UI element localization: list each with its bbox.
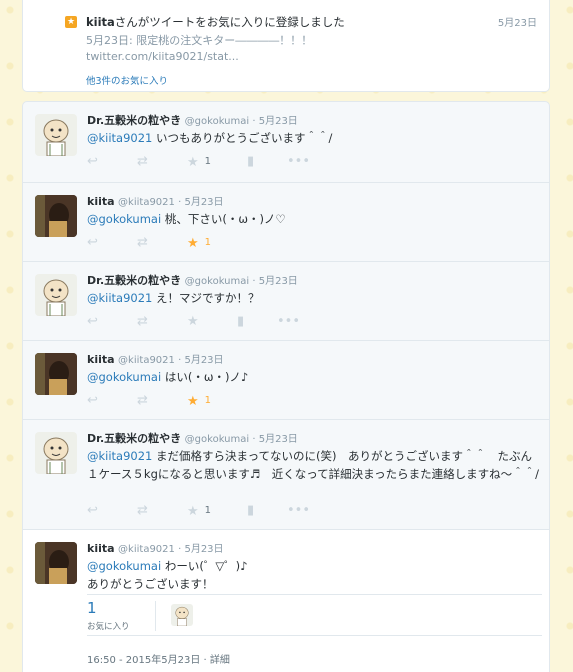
author-name[interactable]: kiita	[87, 353, 115, 366]
tweet-date[interactable]: 5月23日	[259, 434, 298, 445]
favorite-notification[interactable]: ★ kiitaさんがツイートをお気に入りに登録しました 5月23日 5月23日:…	[22, 0, 550, 92]
more-icon[interactable]: •••	[287, 154, 310, 170]
author-handle[interactable]: @kiita9021	[118, 544, 175, 555]
retweet-icon[interactable]: ⇄	[137, 154, 148, 170]
reply-icon[interactable]: ↩	[87, 393, 98, 409]
avatar[interactable]	[35, 542, 77, 584]
favorite-icon[interactable]: ★ 1	[187, 235, 211, 251]
analytics-icon[interactable]: ▮	[247, 154, 254, 170]
more-icon[interactable]: •••	[277, 314, 300, 330]
tweet-item[interactable]: Dr.五穀米の粒やき @gokokumai · 5月23日 @kiita9021…	[23, 420, 549, 530]
tweet-item[interactable]: Dr.五穀米の粒やき @gokokumai · 5月23日 @kiita9021…	[23, 262, 549, 341]
more-favorites-link[interactable]: 他3件のお気に入り	[86, 73, 168, 87]
retweet-icon[interactable]: ⇄	[137, 235, 148, 251]
mention-link[interactable]: @gokokumai	[87, 559, 161, 573]
author-handle[interactable]: @gokokumai	[185, 276, 250, 287]
author-name[interactable]: Dr.五穀米の粒やき	[87, 432, 181, 445]
author-name[interactable]: kiita	[87, 542, 115, 555]
tweet-item[interactable]: kiita @kiita9021 · 5月23日 @gokokumai はい(・…	[23, 341, 549, 420]
reply-icon[interactable]: ↩	[87, 314, 98, 330]
reply-icon[interactable]: ↩	[87, 235, 98, 251]
notif-message: さんがツイートをお気に入りに登録しました	[114, 15, 345, 29]
mention-link[interactable]: @gokokumai	[87, 370, 161, 384]
reply-icon[interactable]: ↩	[87, 154, 98, 170]
notif-quote-link[interactable]: twitter.com/kiita9021/stat...	[86, 49, 312, 65]
conversation-thread: Dr.五穀米の粒やき @gokokumai · 5月23日 @kiita9021…	[22, 101, 550, 672]
tweet-timestamp[interactable]: 16:50 - 2015年5月23日 · 詳細	[87, 651, 230, 666]
tweet-actions: ↩ ⇄ ★ 1 ▮ •••	[87, 154, 347, 170]
notif-quote-line1: 5月23日: 限定桃の注文キター――――！！！	[86, 34, 313, 47]
timeline-column: ★ kiitaさんがツイートをお気に入りに登録しました 5月23日 5月23日:…	[22, 0, 550, 672]
more-icon[interactable]: •••	[287, 503, 310, 519]
favoriter-avatar[interactable]	[171, 604, 193, 626]
mention-link[interactable]: @kiita9021	[87, 291, 152, 305]
notif-date[interactable]: 5月23日	[498, 14, 537, 29]
mention-link[interactable]: @kiita9021	[87, 131, 152, 145]
tweet-item[interactable]: kiita @kiita9021 · 5月23日 @gokokumai 桃、下さ…	[23, 183, 549, 262]
author-name[interactable]: Dr.五穀米の粒やき	[87, 114, 181, 127]
favorite-count: 1	[204, 505, 212, 516]
favorite-label: お気に入り	[87, 622, 130, 632]
tweet-actions: ↩ ⇄ ★ 1	[87, 393, 347, 409]
favorite-count: 1	[204, 237, 212, 248]
tweet-text: @gokokumai わーい(゜▽゜)♪ ありがとうございます！	[87, 559, 248, 591]
author-name[interactable]: kiita	[87, 195, 115, 208]
reply-icon[interactable]: ↩	[87, 503, 98, 519]
star-icon: ★	[65, 16, 77, 28]
notif-user[interactable]: kiita	[86, 15, 115, 29]
tweet-date[interactable]: 5月23日	[184, 355, 223, 366]
author-name[interactable]: Dr.五穀米の粒やき	[87, 274, 181, 287]
avatar[interactable]	[35, 114, 77, 156]
author-handle[interactable]: @gokokumai	[185, 116, 250, 127]
favorite-total[interactable]: 1	[87, 599, 97, 617]
tweet-date[interactable]: 5月23日	[184, 544, 223, 555]
tweet-actions: ↩ ⇄ ★ 1 ▮ •••	[87, 503, 347, 519]
avatar[interactable]	[35, 274, 77, 316]
tweet-actions: ↩ ⇄ ★ 1	[87, 235, 347, 251]
analytics-icon[interactable]: ▮	[247, 503, 254, 519]
tweet-text: @kiita9021 いつもありがとうございます＾＾/	[87, 131, 333, 145]
avatar[interactable]	[35, 353, 77, 395]
tweet-text: @gokokumai 桃、下さい(・ω・)ノ♡	[87, 212, 286, 226]
favorite-icon[interactable]: ★	[187, 314, 199, 330]
tweet-text: @kiita9021 まだ価格すら決まってないのに(笑) ありがとうございます＾…	[87, 449, 540, 481]
author-handle[interactable]: @kiita9021	[118, 197, 175, 208]
divider	[155, 601, 156, 631]
tweet-text: @kiita9021 え！マジですか！？	[87, 291, 260, 305]
author-handle[interactable]: @gokokumai	[185, 434, 250, 445]
avatar[interactable]	[35, 432, 77, 474]
favorite-count: 1	[204, 395, 212, 406]
retweet-icon[interactable]: ⇄	[137, 314, 148, 330]
favorite-icon[interactable]: ★ 1	[187, 503, 211, 519]
favorite-count: 1	[204, 156, 212, 167]
analytics-icon[interactable]: ▮	[237, 314, 244, 330]
favorite-icon[interactable]: ★ 1	[187, 393, 211, 409]
retweet-icon[interactable]: ⇄	[137, 393, 148, 409]
tweet-actions: ↩ ⇄ ★ ▮ •••	[87, 314, 347, 330]
author-handle[interactable]: @kiita9021	[118, 355, 175, 366]
tweet-item[interactable]: Dr.五穀米の粒やき @gokokumai · 5月23日 @kiita9021…	[23, 102, 549, 183]
tweet-date[interactable]: 5月23日	[184, 197, 223, 208]
favorite-icon[interactable]: ★ 1	[187, 154, 211, 170]
tweet-date[interactable]: 5月23日	[259, 116, 298, 127]
tweet-text: @gokokumai はい(・ω・)ノ♪	[87, 370, 249, 384]
tweet-date[interactable]: 5月23日	[259, 276, 298, 287]
mention-link[interactable]: @gokokumai	[87, 212, 161, 226]
notif-quote: 5月23日: 限定桃の注文キター――――！！！ twitter.com/kiit…	[86, 33, 312, 65]
favorites-summary: 1 お気に入り	[87, 594, 542, 636]
mention-link[interactable]: @kiita9021	[87, 449, 152, 463]
avatar[interactable]	[35, 195, 77, 237]
retweet-icon[interactable]: ⇄	[137, 503, 148, 519]
